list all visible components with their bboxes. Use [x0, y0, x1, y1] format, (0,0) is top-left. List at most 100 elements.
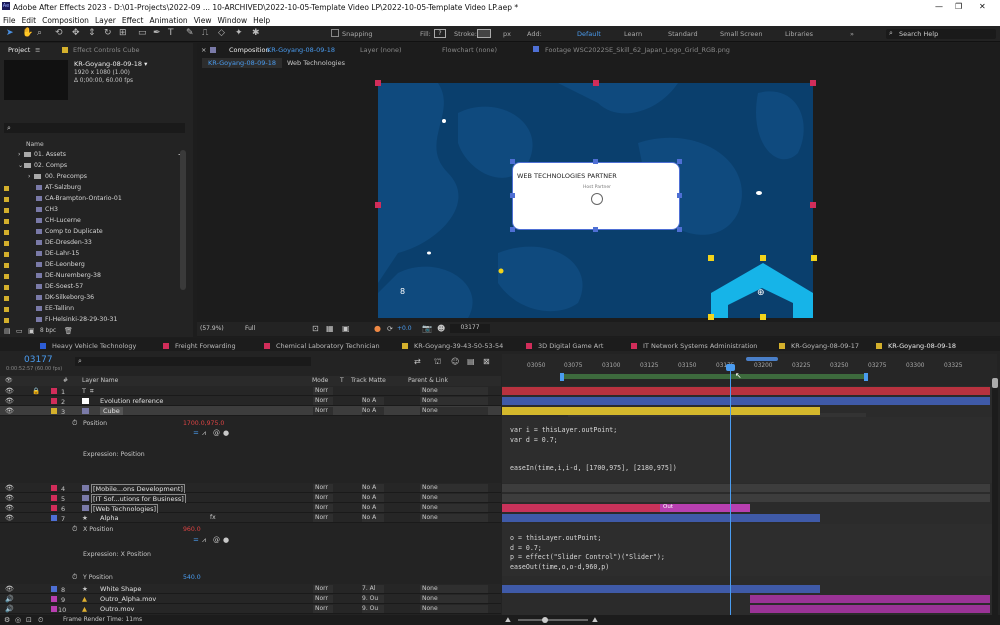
- transparency-grid-icon[interactable]: ▦: [326, 324, 334, 333]
- label-color[interactable]: [51, 388, 57, 394]
- playhead-line[interactable]: [730, 366, 731, 616]
- parent-select[interactable]: None: [420, 387, 488, 395]
- track-matte-select[interactable]: No A: [362, 514, 384, 522]
- stopwatch-icon[interactable]: ⏱: [72, 573, 77, 582]
- workspace-standard[interactable]: Standard: [668, 30, 698, 38]
- visibility-eye-icon[interactable]: 👁: [5, 494, 14, 502]
- layer-bar[interactable]: [502, 494, 990, 502]
- layer-bar[interactable]: [502, 387, 990, 395]
- eraser-tool-icon[interactable]: ◇: [218, 28, 225, 38]
- card-handle[interactable]: [510, 193, 515, 198]
- effect-fx-icon[interactable]: fx: [210, 514, 216, 521]
- list-item[interactable]: DK-Silkeborg-36: [0, 293, 178, 304]
- selection-tool-icon[interactable]: ➤: [6, 28, 14, 38]
- new-comp-icon[interactable]: ▣: [28, 327, 35, 335]
- workspace-libraries[interactable]: Libraries: [785, 30, 813, 38]
- interpret-footage-icon[interactable]: ▤: [4, 327, 11, 335]
- column-mode[interactable]: Mode: [312, 377, 328, 384]
- layer-row[interactable]: 👁 5 [IT Sof...utions for Business] Norr …: [0, 493, 501, 504]
- list-item[interactable]: DE-Dresden-33: [0, 238, 178, 249]
- list-item[interactable]: ⌄ 02. Comps: [0, 161, 178, 172]
- layer-row[interactable]: 👁 7 ★ Alpha fx Norr No A None: [0, 513, 501, 523]
- visibility-eye-icon[interactable]: 👁: [5, 514, 14, 522]
- layer-switches-icon[interactable]: ⚙: [4, 616, 10, 624]
- current-frame-field[interactable]: 03177: [450, 324, 490, 333]
- card-handle[interactable]: [510, 159, 515, 164]
- search-help-field[interactable]: ⌕ Search Help: [886, 29, 996, 39]
- work-area-start[interactable]: [560, 373, 564, 381]
- rotate-tool-icon[interactable]: ↻: [104, 28, 112, 38]
- snapping-checkbox[interactable]: [331, 29, 339, 37]
- visibility-eye-icon[interactable]: 👁: [5, 484, 14, 492]
- close-icon[interactable]: ✕: [979, 2, 986, 11]
- list-item[interactable]: DE-Leonberg: [0, 260, 178, 271]
- track-matte-select[interactable]: No A: [362, 407, 384, 415]
- type-tool-icon[interactable]: T: [168, 28, 174, 38]
- layer-name[interactable]: White Shape: [100, 585, 141, 593]
- frame-blending-icon[interactable]: ▤: [467, 357, 475, 366]
- cube-handle[interactable]: [760, 314, 766, 320]
- layer-bar[interactable]: [502, 407, 820, 415]
- parent-select[interactable]: None: [420, 407, 488, 415]
- tab-it-network[interactable]: IT Network Systems Administration: [631, 342, 757, 350]
- tab-effect-controls[interactable]: Effect Controls Cube: [73, 46, 140, 54]
- visibility-eye-icon[interactable]: 👁: [5, 387, 14, 395]
- new-folder-icon[interactable]: ▭: [16, 327, 23, 335]
- expression-pickwhip-icon[interactable]: @: [213, 536, 220, 544]
- track-matte-select[interactable]: No A: [362, 484, 384, 492]
- audio-icon[interactable]: 🔊: [5, 605, 14, 613]
- tab-goyang-18[interactable]: KR-Goyang-08-09-18: [876, 342, 956, 350]
- menu-edit[interactable]: Edit: [22, 16, 37, 25]
- comp-flowchart-icon[interactable]: ⇄: [414, 357, 421, 366]
- tab-3d-game-art[interactable]: 3D Digital Game Art: [526, 342, 603, 350]
- label-color[interactable]: [51, 596, 57, 602]
- menu-window[interactable]: Window: [218, 16, 248, 25]
- pan-behind-tool-icon[interactable]: ⊞: [119, 28, 127, 38]
- resolution-select[interactable]: Full: [245, 325, 255, 332]
- tab-flowchart[interactable]: Flowchart (none): [442, 46, 497, 54]
- list-item[interactable]: DE-Lahr-15: [0, 249, 178, 260]
- layer-bar[interactable]: [502, 397, 990, 405]
- list-item[interactable]: CH-Lucerne: [0, 216, 178, 227]
- magnification-select[interactable]: (57.9%): [200, 325, 224, 332]
- layer-name[interactable]: Alpha: [100, 514, 118, 522]
- expression-pickwhip-icon[interactable]: @: [213, 429, 220, 437]
- audio-icon[interactable]: 🔊: [5, 595, 14, 603]
- subtab-main-comp[interactable]: KR-Goyang-08-09-18: [202, 58, 283, 68]
- layer-bar[interactable]: [502, 504, 660, 512]
- fill-swatch[interactable]: ?: [434, 29, 446, 38]
- menu-composition[interactable]: Composition: [42, 16, 89, 25]
- label-color[interactable]: [51, 515, 57, 521]
- maximize-icon[interactable]: ❐: [955, 2, 962, 11]
- layer-bar[interactable]: [750, 595, 990, 603]
- expression-graph-icon[interactable]: ⩘: [202, 429, 206, 438]
- list-item[interactable]: FI-Helsinki-28-29-30-31: [0, 315, 178, 326]
- layer-row[interactable]: 👁 4 [Mobile...ons Development] Norr No A…: [0, 483, 501, 494]
- layer-name[interactable]: Outro_Alpha.mov: [100, 595, 156, 603]
- playhead-handle[interactable]: [726, 364, 735, 371]
- transfer-controls-icon[interactable]: ◎: [15, 616, 21, 624]
- tab-heavy-vehicle[interactable]: Heavy Vehicle Technology: [40, 342, 136, 350]
- draft-3d-icon[interactable]: ⛫: [434, 357, 441, 367]
- graph-editor-icon[interactable]: ⊠: [483, 357, 490, 366]
- layer-row[interactable]: 🔊 10 ▲ Outro.mov Norr 9. Ou None: [0, 604, 501, 614]
- expression-code[interactable]: o = thisLayer.outPoint; d = 0.7; p = eff…: [510, 534, 665, 572]
- expression-code[interactable]: var i = thisLayer.outPoint; var d = 0.7;…: [510, 426, 677, 474]
- parent-select[interactable]: None: [420, 397, 488, 405]
- list-item[interactable]: EE-Tallinn: [0, 304, 178, 315]
- parent-select[interactable]: None: [420, 595, 488, 603]
- list-item[interactable]: Comp to Duplicate: [0, 227, 178, 238]
- list-item[interactable]: › 01. Assets: [0, 150, 178, 161]
- layer-name[interactable]: Evolution reference: [100, 397, 163, 405]
- card-handle[interactable]: [677, 227, 682, 232]
- menu-view[interactable]: View: [194, 16, 212, 25]
- zoom-tool-icon[interactable]: ⌕: [37, 28, 42, 38]
- list-item[interactable]: DE-Soest-57: [0, 282, 178, 293]
- layer-row[interactable]: 👁 8 ★ White Shape Norr 7. Al None: [0, 584, 501, 594]
- layer-row[interactable]: 👁 2 Evolution reference Norr No A None: [0, 396, 501, 406]
- close-tab-icon[interactable]: ×: [201, 46, 206, 54]
- stopwatch-icon[interactable]: ⏱: [72, 419, 77, 428]
- stroke-swatch[interactable]: [477, 29, 491, 38]
- tab-goyang-17[interactable]: KR-Goyang-08-09-17: [779, 342, 859, 350]
- blend-mode-select[interactable]: Norr: [313, 605, 333, 613]
